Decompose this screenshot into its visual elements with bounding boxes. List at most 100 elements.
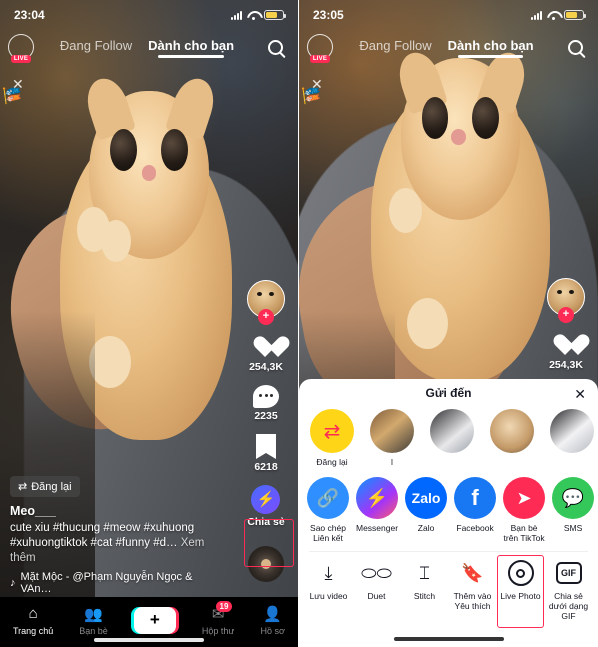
follow-button[interactable]: + [258, 309, 274, 325]
live-button[interactable]: LIVE [307, 34, 333, 63]
feed-tabs: Đang Follow Dành cho bạn [333, 38, 560, 58]
music-note-icon: ♪ [10, 577, 16, 589]
close-icon[interactable]: ✕ [574, 386, 586, 403]
action-live-photo[interactable]: Live Photo [497, 555, 544, 628]
share-app-copy-link[interactable]: 🔗 Sao chép Liên kết [307, 477, 349, 543]
friend-item[interactable] [547, 409, 597, 457]
action-stitch[interactable]: ⌶ Stitch [403, 560, 446, 621]
tab-following[interactable]: Đang Follow [359, 38, 431, 57]
close-icon[interactable]: ✕ [12, 76, 24, 93]
repost-label: Đăng lại [31, 480, 72, 493]
battery-icon [564, 10, 586, 20]
action-share-gif[interactable]: GIF Chia sẻ dưới dạng GIF [547, 560, 590, 621]
follow-button[interactable]: + [558, 307, 574, 323]
share-app-facebook[interactable]: f Facebook [454, 477, 497, 543]
favorite-button[interactable]: 6218 [254, 434, 278, 473]
cat-nose [141, 164, 157, 181]
tab-profile-label: Hồ sơ [260, 625, 285, 636]
feed-tabs: Đang Follow Dành cho bạn [34, 38, 260, 58]
tab-profile[interactable]: 👤 Hồ sơ [260, 605, 284, 636]
friends-row[interactable]: ⇄ Đăng lại ǀ [299, 407, 598, 473]
live-button[interactable]: LIVE [8, 34, 34, 63]
close-icon[interactable]: ✕ [311, 76, 323, 93]
screenshot-root: 23:04 LIVE Đang Follow Dành cho bạn ✕ 🎏 [0, 0, 598, 647]
favorite-count: 6218 [254, 461, 278, 473]
action-rail: + 254,3K [540, 278, 592, 381]
like-button[interactable]: 254,3K [249, 334, 283, 373]
action-add-favorite[interactable]: 🔖 Thêm vào Yêu thích [451, 560, 494, 621]
friend-item[interactable] [427, 409, 477, 457]
action-label: Lưu video [309, 591, 348, 601]
tab-for-you[interactable]: Dành cho bạn [448, 38, 534, 58]
tiktok-friends-icon: ➤ [503, 477, 546, 519]
profile-icon: 👤 [263, 605, 283, 623]
repost-icon: ⇄ [310, 409, 354, 453]
caption-body: cute xiu #thucung #meow #xuhuong #xuhuon… [10, 522, 195, 549]
tab-home-label: Trang chủ [13, 625, 54, 636]
repost-button[interactable]: ⇄ Đăng lại [10, 476, 80, 497]
create-icon: + [130, 606, 179, 634]
tab-following[interactable]: Đang Follow [60, 38, 132, 57]
search-icon [267, 39, 283, 55]
repost-option[interactable]: ⇄ Đăng lại [307, 409, 357, 467]
share-app-sms[interactable]: 💬 SMS [552, 477, 595, 543]
comment-button[interactable]: 2235 [253, 385, 279, 422]
caption-area: ⇄ Đăng lại Meo___ cute xiu #thucung #meo… [10, 476, 210, 595]
tab-for-you[interactable]: Dành cho bạn [148, 38, 234, 58]
phone-screen-right: 23:05 LIVE Đang Follow Dành cho bạn ✕ 🎏 [299, 0, 598, 647]
friend-item[interactable] [487, 409, 537, 457]
share-app-label: Sao chép Liên kết [310, 523, 346, 543]
author-avatar[interactable]: + [247, 280, 285, 325]
action-label: Live Photo [500, 591, 541, 601]
cat-paw [89, 336, 132, 389]
live-label: LIVE [10, 55, 32, 63]
wifi-icon [547, 11, 559, 20]
share-app-label: Zalo [417, 523, 435, 533]
action-save-video[interactable]: ⤓ Lưu video [307, 560, 350, 621]
cat-paw [388, 187, 422, 233]
like-button[interactable]: 254,3K [549, 332, 583, 371]
facebook-icon: f [454, 477, 497, 519]
download-icon: ⤓ [324, 562, 333, 583]
status-bar: 23:05 [299, 0, 598, 30]
search-button[interactable] [560, 39, 590, 55]
share-app-label: Messenger [356, 523, 399, 533]
live-label: LIVE [309, 55, 331, 63]
share-icon: ⚡ [251, 485, 281, 514]
comment-count: 2235 [254, 410, 278, 422]
signal-icon [531, 10, 542, 20]
share-sheet: Gửi đến ✕ ⇄ Đăng lại ǀ 🔗 Sao chép Liên k… [299, 379, 598, 647]
stitch-icon: ⌶ [419, 562, 430, 583]
tab-home[interactable]: ⌂ Trang chủ [13, 605, 53, 636]
duet-icon: ⬭⬭ [361, 562, 392, 583]
action-label: Chia sẻ dưới dạng GIF [548, 591, 589, 621]
author-username[interactable]: Meo___ [10, 504, 210, 518]
link-icon: 🔗 [307, 477, 349, 519]
music-info[interactable]: ♪ Mặt Mộc - @Phạm Nguyễn Ngọc & VAn… [10, 571, 210, 595]
caption-text: cute xiu #thucung #meow #xuhuong #xuhuon… [10, 521, 210, 566]
contact-avatar [370, 409, 414, 453]
contact-avatar [550, 409, 594, 453]
status-time: 23:04 [14, 8, 45, 22]
signal-icon [231, 10, 242, 20]
share-app-zalo[interactable]: Zalo Zalo [405, 477, 448, 543]
cat-paw [101, 219, 132, 263]
share-app-label: SMS [563, 523, 583, 533]
battery-icon [264, 10, 286, 20]
search-button[interactable] [260, 39, 290, 55]
share-app-tiktok-friends[interactable]: ➤ Bạn bè trên TikTok [503, 477, 546, 543]
heart-icon [552, 332, 579, 357]
inbox-badge: 19 [215, 600, 233, 612]
share-app-messenger[interactable]: ⚡ Messenger [356, 477, 398, 543]
friends-icon: 👥 [84, 605, 103, 623]
friend-item[interactable]: ǀ [367, 409, 417, 467]
action-duet[interactable]: ⬭⬭ Duet [355, 560, 398, 621]
author-avatar[interactable]: + [547, 278, 585, 323]
comment-icon [253, 385, 279, 408]
tab-inbox[interactable]: ✉ 19 Hộp thư [202, 600, 234, 636]
share-actions-row: ⤓ Lưu video ⬭⬭ Duet ⌶ Stitch 🔖 Thêm vào … [299, 554, 598, 628]
action-label: Stitch [413, 591, 436, 601]
tab-friends[interactable]: 👥 Bạn bè [79, 605, 108, 636]
contact-avatar [430, 409, 474, 453]
tab-create[interactable]: + [130, 606, 179, 634]
